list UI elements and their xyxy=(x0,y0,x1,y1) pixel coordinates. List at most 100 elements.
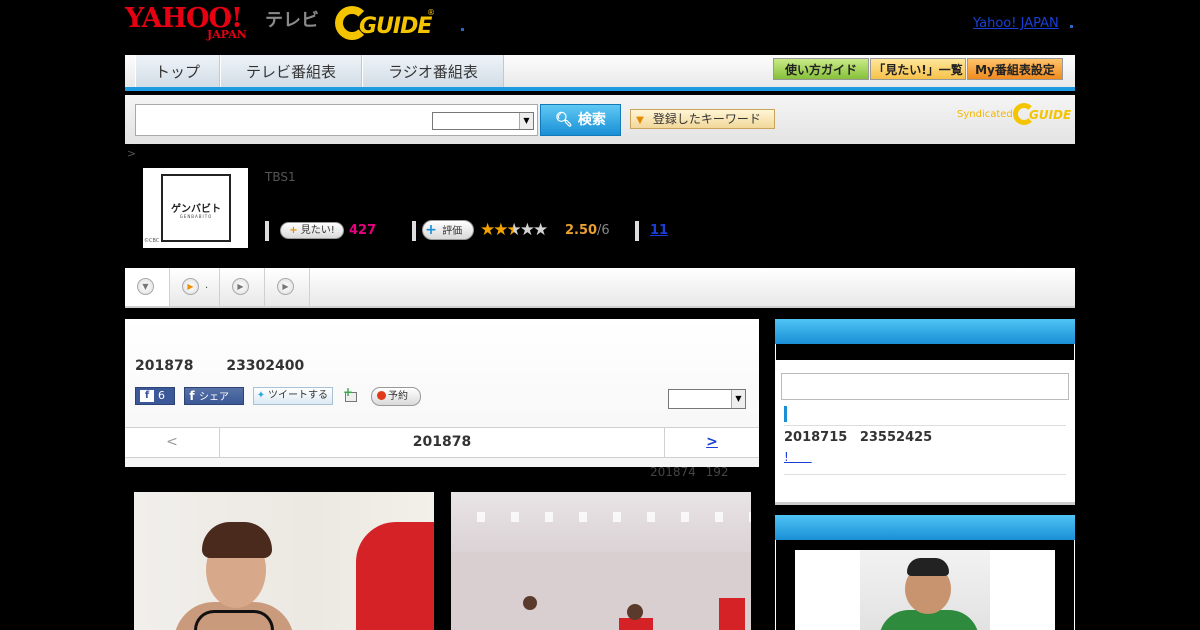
photo-shape xyxy=(719,598,745,630)
rate-label: 評価 xyxy=(442,226,463,237)
program-tabs: ▼ ▶ . ▶ ▶ xyxy=(125,268,1075,308)
episode-photo-2[interactable] xyxy=(451,492,751,630)
facebook-icon: f xyxy=(140,390,154,402)
nav-tab-radio-schedule[interactable]: ラジオ番組表 xyxy=(362,55,504,87)
mitai-label: 見たい! xyxy=(300,225,335,236)
my-schedule-button[interactable]: My番組表設定 xyxy=(967,58,1063,80)
thumbnail-credit: ©CBC xyxy=(144,238,160,244)
play-icon: ▶ xyxy=(232,278,249,295)
star-half-icon: ★ xyxy=(506,220,522,240)
channel-name: TBS1 xyxy=(265,170,296,184)
facebook-like-count: 6 xyxy=(158,389,165,402)
tab-episodes[interactable]: ▶ . xyxy=(170,268,220,306)
tab-cast[interactable]: ▶ xyxy=(220,268,265,306)
program-logo-title: ゲンバビト xyxy=(171,204,221,215)
tweet-button[interactable]: ✦ ツイートする xyxy=(253,387,333,405)
photo-shape xyxy=(194,610,274,630)
tweet-label: ツイートする xyxy=(268,390,328,401)
syndicated-label: Syndicated xyxy=(957,109,1013,120)
pager-next[interactable]: > xyxy=(664,428,759,457)
facebook-share-label: シェア xyxy=(199,392,229,403)
star-icon: ★ xyxy=(493,220,508,240)
rate-button[interactable]: + 評価 xyxy=(422,220,474,240)
mitai-button[interactable]: + 見たい! xyxy=(280,222,344,239)
header-dot xyxy=(461,28,464,31)
nav-tab-top[interactable]: トップ xyxy=(135,55,220,87)
plus-icon: + xyxy=(289,225,298,236)
add-calendar-icon[interactable]: + xyxy=(343,385,359,404)
search-category-select[interactable]: ▼ xyxy=(432,112,534,130)
gguide-logo[interactable]: GUIDE ® xyxy=(335,6,435,40)
program-logo-frame: ゲンバビト GENBABITO xyxy=(161,174,231,242)
photo-shape xyxy=(202,522,272,558)
plus-icon: + xyxy=(343,385,354,399)
yahoo-japan-link[interactable]: Yahoo! JAPAN xyxy=(973,16,1059,31)
sidebar-cast-header xyxy=(775,515,1075,540)
photo-shape xyxy=(907,558,949,576)
mitai-list-button[interactable]: 「見たい!」一覧 xyxy=(870,58,966,80)
sidebar-panel: 2018715 23552425 ! xyxy=(775,319,1075,505)
reserve-button[interactable]: 予約 xyxy=(371,387,421,406)
header-dot-right xyxy=(1070,25,1073,28)
record-dot-icon xyxy=(377,391,386,400)
stat-divider xyxy=(412,221,416,241)
sidebar-date: 2018715 23552425 xyxy=(784,430,933,445)
episode-photo-1[interactable] xyxy=(134,492,434,630)
syndicated-gguide-logo: GUIDE xyxy=(1013,103,1071,125)
photo-shape xyxy=(356,522,434,630)
tab-reviews[interactable]: ▶ xyxy=(265,268,310,306)
japan-logo-text: JAPAN xyxy=(207,28,247,41)
pager-title: 201878 xyxy=(412,434,472,450)
divider xyxy=(784,425,1066,426)
air-date: 201878 23302400 xyxy=(135,358,305,374)
reserve-label: 予約 xyxy=(388,391,408,402)
tab-episodes-label: . xyxy=(205,280,209,291)
syndicated-logo-text: GUIDE xyxy=(1029,108,1072,122)
review-count-link[interactable]: 11 xyxy=(650,223,668,238)
plus-icon: + xyxy=(425,222,437,238)
sidebar-search-input[interactable] xyxy=(781,373,1069,400)
guide-button[interactable]: 使い方ガイド xyxy=(773,58,869,80)
search-button-label: 検索 xyxy=(577,112,606,128)
rating-denominator: /6 xyxy=(597,223,610,238)
rating-stars: ★★★★★ xyxy=(480,220,548,240)
tv-logo-text[interactable]: テレビ xyxy=(265,6,319,32)
nav-tab-tv-schedule[interactable]: テレビ番組表 xyxy=(220,55,362,87)
chevron-down-icon: ▼ xyxy=(519,113,533,129)
search-button[interactable]: 🔍︎ 検索 xyxy=(540,104,621,136)
episode-select[interactable]: ▼ xyxy=(668,389,746,409)
divider xyxy=(784,474,1066,475)
registered-keyword-button[interactable]: ▼ 登録したキーワード xyxy=(630,109,775,129)
twitter-bird-icon: ✦ xyxy=(256,390,266,401)
search-icon: 🔍︎ xyxy=(555,112,573,128)
sidebar-subheader xyxy=(776,344,1074,360)
chevron-down-icon: ▼ xyxy=(137,278,154,295)
star-icon: ★ xyxy=(480,220,495,240)
facebook-like-button[interactable]: f6 xyxy=(135,387,175,405)
registered-mark: ® xyxy=(427,8,435,17)
photo-shape xyxy=(627,604,643,620)
sidebar-cast-panel xyxy=(775,515,1075,630)
breadcrumb[interactable]: > xyxy=(127,147,136,160)
chevron-down-icon: ▼ xyxy=(731,390,745,408)
play-icon: ▶ xyxy=(277,278,294,295)
facebook-icon: f xyxy=(189,389,195,403)
stat-divider xyxy=(635,221,639,241)
update-note: 201874 192 xyxy=(650,465,729,479)
global-nav: トップ テレビ番組表 ラジオ番組表 使い方ガイド 「見たい!」一覧 My番組表設… xyxy=(125,55,1075,91)
cast-photo[interactable] xyxy=(795,550,1055,630)
yahoo-japan-logo[interactable]: YAHOO! JAPAN xyxy=(125,4,265,44)
program-thumbnail[interactable]: ゲンバビト GENBABITO ©CBC xyxy=(143,168,248,248)
pager-prev[interactable]: < xyxy=(125,428,220,457)
registered-keyword-label: 登録したキーワード xyxy=(652,112,761,126)
triangle-down-icon: ▼ xyxy=(636,115,644,126)
program-logo-sub: GENBABITO xyxy=(179,214,213,219)
facebook-share-button[interactable]: f シェア xyxy=(184,387,244,405)
sidebar-header xyxy=(775,319,1075,344)
photo-shape xyxy=(451,512,751,522)
episode-pager: < 201878 > xyxy=(125,427,759,458)
sidebar-accent-bar xyxy=(784,406,787,422)
tab-info[interactable]: ▼ xyxy=(125,268,170,306)
play-icon: ▶ xyxy=(182,278,199,295)
sidebar-link[interactable]: ! xyxy=(784,450,812,464)
